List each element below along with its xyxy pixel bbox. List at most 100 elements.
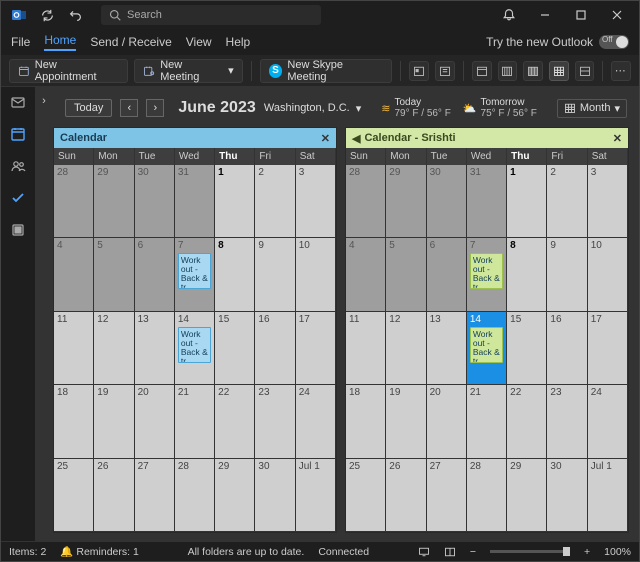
month-grid[interactable]: 282930311234567Work out - Back & tr...89…: [54, 165, 336, 532]
day-cell[interactable]: 3: [588, 165, 628, 238]
day-cell[interactable]: 30: [427, 165, 467, 238]
day-cell[interactable]: 23: [547, 385, 587, 458]
day-cell[interactable]: 5: [386, 238, 426, 311]
collapse-folder-pane[interactable]: ›: [35, 89, 53, 541]
zoom-in-button[interactable]: +: [584, 546, 590, 558]
day-cell[interactable]: 2: [255, 165, 295, 238]
day-cell[interactable]: 2: [547, 165, 587, 238]
day-cell[interactable]: 13: [135, 312, 175, 385]
menu-help[interactable]: Help: [226, 35, 251, 49]
new-meeting-button[interactable]: New Meeting ▾: [134, 59, 242, 83]
day-cell[interactable]: 8: [507, 238, 547, 311]
display-settings-icon[interactable]: [418, 546, 430, 558]
try-new-outlook[interactable]: Try the new Outlook Off: [486, 35, 629, 49]
week-view-icon[interactable]: [523, 61, 543, 81]
day-cell[interactable]: 18: [346, 385, 386, 458]
day-cell[interactable]: 26: [386, 459, 426, 532]
close-icon[interactable]: ✕: [321, 132, 330, 145]
day-cell[interactable]: 31: [467, 165, 507, 238]
today-view-icon[interactable]: [409, 61, 429, 81]
today-button[interactable]: Today: [65, 99, 112, 117]
rail-todo-icon[interactable]: [9, 189, 27, 207]
rail-people-icon[interactable]: [9, 157, 27, 175]
day-cell[interactable]: 12: [94, 312, 134, 385]
bell-icon[interactable]: [491, 1, 527, 29]
day-cell[interactable]: 29: [507, 459, 547, 532]
day-cell[interactable]: 30: [547, 459, 587, 532]
day-cell[interactable]: 12: [386, 312, 426, 385]
zoom-out-button[interactable]: −: [470, 546, 476, 558]
menu-home[interactable]: Home: [44, 33, 76, 51]
panel-header[interactable]: Calendar ✕: [54, 128, 336, 148]
day-cell[interactable]: 30: [135, 165, 175, 238]
day-cell[interactable]: 6: [427, 238, 467, 311]
location-selector[interactable]: Washington, D.C. ▾: [264, 102, 361, 115]
day-cell[interactable]: 28: [175, 459, 215, 532]
calendar-event[interactable]: Work out - Back & tr...: [470, 327, 503, 363]
day-cell[interactable]: 6: [135, 238, 175, 311]
zoom-slider[interactable]: [490, 550, 570, 553]
day-cell[interactable]: Jul 1: [588, 459, 628, 532]
day-cell[interactable]: 29: [94, 165, 134, 238]
rail-more-icon[interactable]: [9, 221, 27, 239]
try-toggle[interactable]: Off: [599, 35, 629, 49]
day-cell[interactable]: 30: [255, 459, 295, 532]
day-cell[interactable]: 17: [588, 312, 628, 385]
day-cell[interactable]: 14Work out - Back & tr...: [467, 312, 507, 385]
day-cell[interactable]: 10: [588, 238, 628, 311]
reading-view-icon[interactable]: [444, 546, 456, 558]
minimize-button[interactable]: [527, 1, 563, 29]
next-month-button[interactable]: ›: [146, 99, 164, 117]
day-cell[interactable]: 11: [346, 312, 386, 385]
day-cell[interactable]: 21: [175, 385, 215, 458]
ribbon-overflow-icon[interactable]: ⋯: [611, 61, 631, 81]
day-cell[interactable]: 24: [296, 385, 336, 458]
day-cell[interactable]: Jul 1: [296, 459, 336, 532]
calendar-event[interactable]: Work out - Back & tr...: [178, 327, 211, 363]
new-skype-meeting-button[interactable]: S New Skype Meeting: [260, 59, 393, 83]
day-cell[interactable]: 29: [386, 165, 426, 238]
calendar-event[interactable]: Work out - Back & tr...: [470, 253, 503, 289]
prev-month-button[interactable]: ‹: [120, 99, 138, 117]
day-cell[interactable]: 16: [255, 312, 295, 385]
menu-view[interactable]: View: [186, 35, 212, 49]
day-cell[interactable]: 25: [54, 459, 94, 532]
day-cell[interactable]: 22: [215, 385, 255, 458]
day-cell[interactable]: 27: [427, 459, 467, 532]
day-cell[interactable]: 1: [215, 165, 255, 238]
day-cell[interactable]: 9: [255, 238, 295, 311]
rail-calendar-icon[interactable]: [9, 125, 27, 143]
maximize-button[interactable]: [563, 1, 599, 29]
month-grid[interactable]: 282930311234567Work out - Back & tr...89…: [346, 165, 628, 532]
day-cell[interactable]: 1: [507, 165, 547, 238]
schedule-view-icon[interactable]: [575, 61, 595, 81]
day-cell[interactable]: 4: [54, 238, 94, 311]
day-cell[interactable]: 10: [296, 238, 336, 311]
day-cell[interactable]: 8: [215, 238, 255, 311]
day-cell[interactable]: 29: [215, 459, 255, 532]
day-cell[interactable]: 19: [94, 385, 134, 458]
panel-header[interactable]: ◀ Calendar - Srishti ✕: [346, 128, 628, 148]
rail-mail-icon[interactable]: [9, 93, 27, 111]
day-cell[interactable]: 3: [296, 165, 336, 238]
close-icon[interactable]: ✕: [613, 132, 622, 145]
menu-file[interactable]: File: [11, 35, 30, 49]
day-cell[interactable]: 20: [427, 385, 467, 458]
day-cell[interactable]: 23: [255, 385, 295, 458]
day-cell[interactable]: 18: [54, 385, 94, 458]
day-cell[interactable]: 17: [296, 312, 336, 385]
calendar-event[interactable]: Work out - Back & tr...: [178, 253, 211, 289]
search-box[interactable]: Search: [101, 5, 321, 25]
day-cell[interactable]: 16: [547, 312, 587, 385]
day-cell[interactable]: 25: [346, 459, 386, 532]
day-cell[interactable]: 28: [346, 165, 386, 238]
next7-view-icon[interactable]: [435, 61, 455, 81]
day-cell[interactable]: 19: [386, 385, 426, 458]
sync-icon[interactable]: [39, 7, 55, 23]
day-cell[interactable]: 11: [54, 312, 94, 385]
day-cell[interactable]: 14Work out - Back & tr...: [175, 312, 215, 385]
day-cell[interactable]: 28: [54, 165, 94, 238]
month-view-icon[interactable]: [549, 61, 569, 81]
day-cell[interactable]: 31: [175, 165, 215, 238]
day-cell[interactable]: 9: [547, 238, 587, 311]
